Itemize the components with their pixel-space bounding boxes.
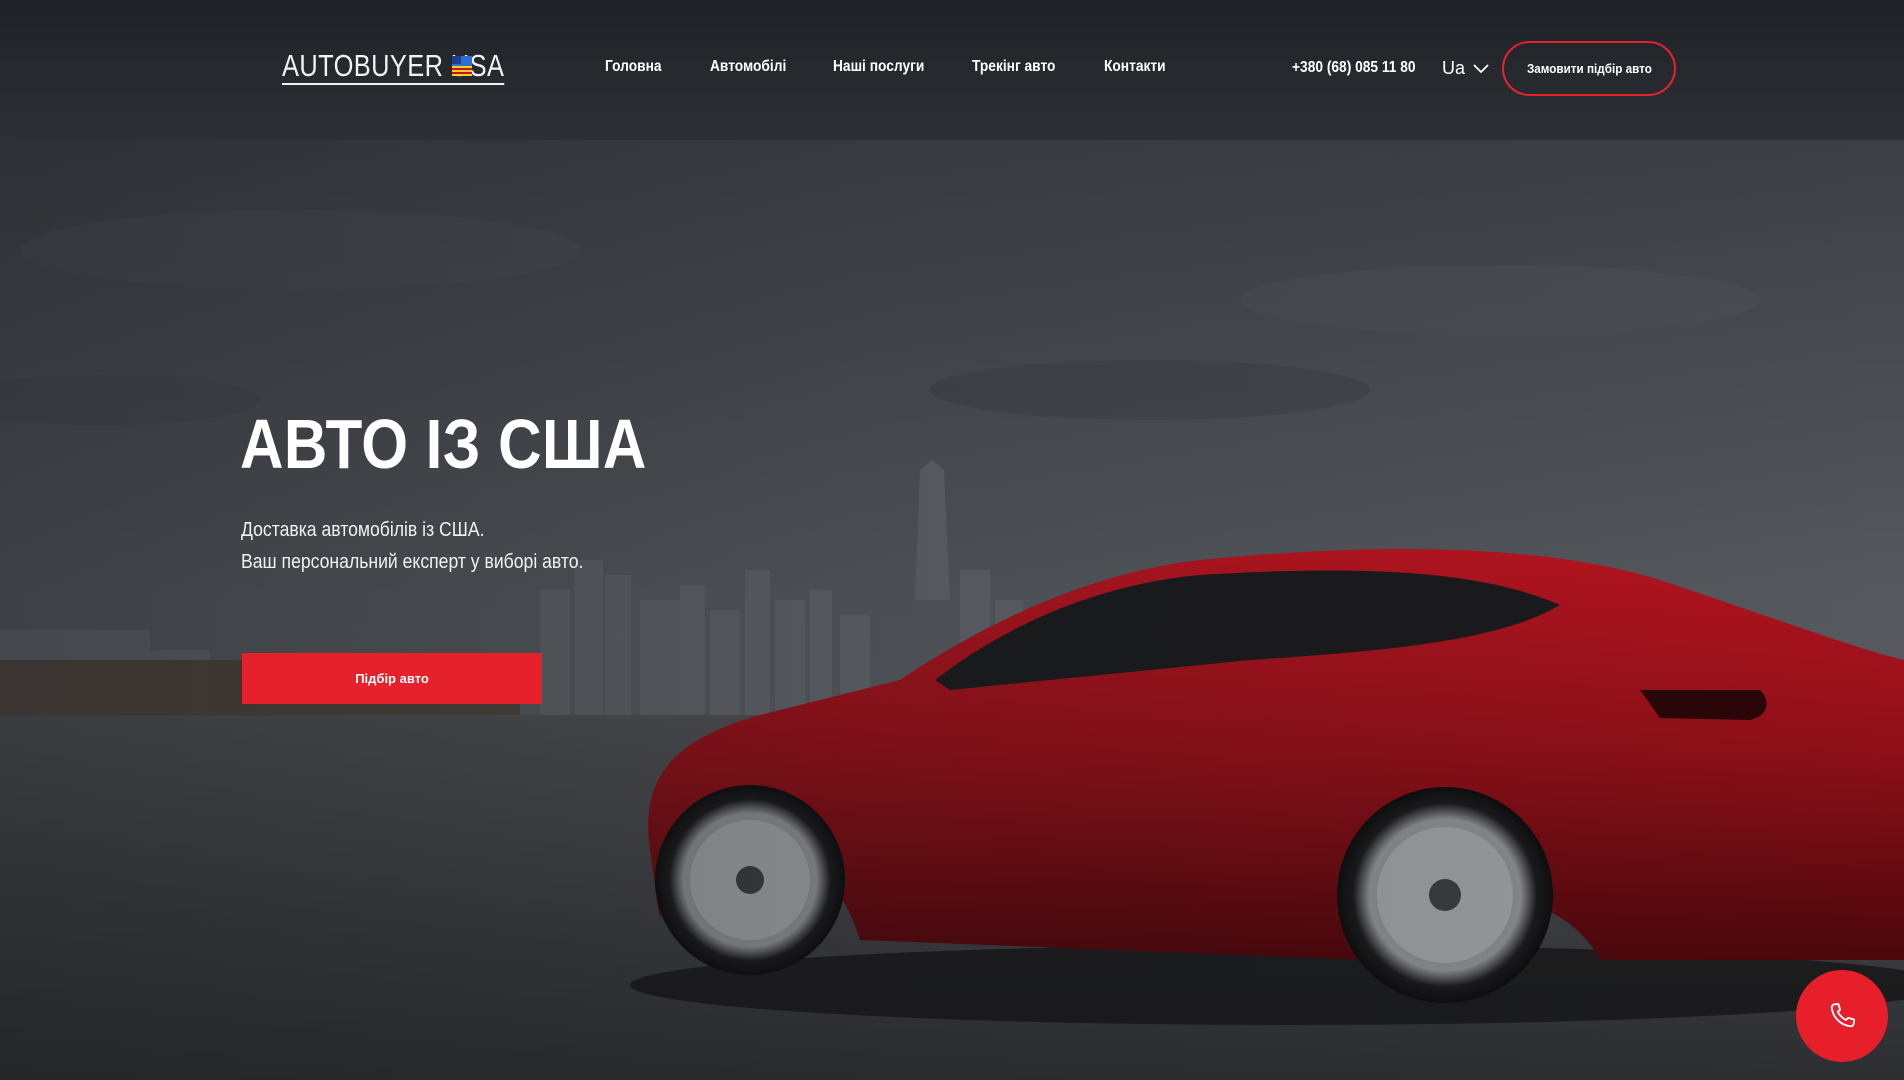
nav-item-contacts[interactable]: Контакти: [1104, 58, 1166, 76]
hero-subtitle-line-2: Ваш персональний експерт у виборі авто.: [241, 551, 584, 573]
nav-item-tracking[interactable]: Трекінг авто: [972, 58, 1055, 76]
phone-icon: [1830, 1003, 1855, 1028]
nav-item-home[interactable]: Головна: [605, 58, 662, 76]
order-selection-button[interactable]: Замовити підбір авто: [1502, 41, 1676, 96]
header-phone-link[interactable]: +380 (68) 085 11 80: [1292, 59, 1416, 77]
hero-subtitle: Доставка автомобілів із США. Ваш персона…: [241, 514, 583, 578]
car-selection-button[interactable]: Підбір авто: [242, 653, 542, 704]
language-label: Ua: [1442, 58, 1466, 78]
call-button[interactable]: [1796, 970, 1888, 1062]
nav-item-cars[interactable]: Автомобілі: [710, 58, 786, 76]
nav-item-services[interactable]: Наші послуги: [833, 58, 924, 76]
language-selector[interactable]: Ua: [1442, 58, 1489, 79]
chevron-down-icon: [1473, 63, 1489, 73]
hero-subtitle-line-1: Доставка автомобілів із США.: [241, 519, 485, 541]
us-ukraine-flag-icon: [452, 56, 472, 76]
car-selection-label: Підбір авто: [355, 671, 429, 686]
site-logo[interactable]: AUTOBUYER USA: [282, 48, 553, 86]
site-header: AUTOBUYER USA Головна Автомобілі Наші по…: [0, 0, 1904, 140]
hero-title: АВТО ІЗ США: [240, 405, 647, 483]
order-selection-label: Замовити підбір авто: [1526, 61, 1652, 76]
